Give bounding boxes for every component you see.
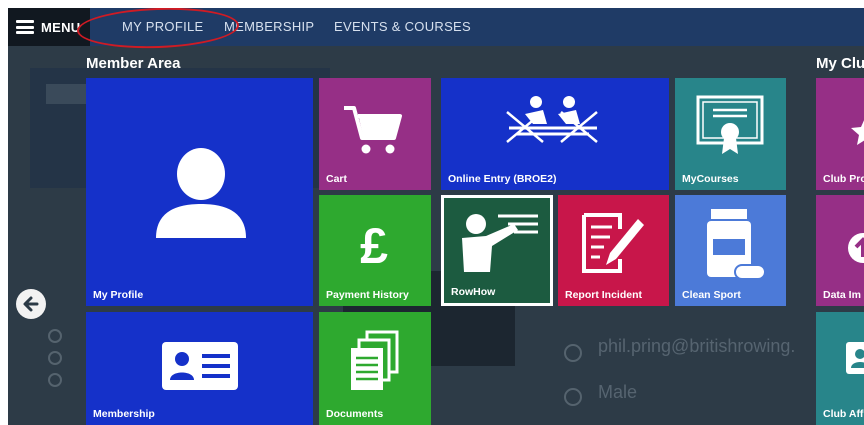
tile-payment-history[interactable]: £ Payment History bbox=[319, 195, 431, 306]
background-gender-icon bbox=[564, 388, 582, 406]
report-edit-icon bbox=[582, 213, 644, 273]
tile-club-profile[interactable]: Club Pro bbox=[816, 78, 864, 190]
rowing-icon bbox=[506, 96, 598, 143]
certificate-icon bbox=[696, 95, 764, 154]
tile-label: Cart bbox=[326, 173, 348, 185]
tile-report-incident[interactable]: Report Incident bbox=[558, 195, 669, 306]
back-arrow-button[interactable] bbox=[16, 289, 46, 319]
annotation-circle bbox=[76, 8, 240, 51]
tile-membership[interactable]: Membership bbox=[86, 312, 313, 425]
app-frame: phil.pring@britishrowing. Male MENU MY P… bbox=[8, 8, 864, 425]
tile-label: Payment History bbox=[326, 289, 409, 301]
background-gender: Male bbox=[598, 382, 638, 402]
id-card-icon bbox=[162, 342, 238, 390]
tile-label: Report Incident bbox=[565, 289, 643, 301]
top-navigation-bar: MENU MY PROFILE MEMBERSHIP EVENTS & COUR… bbox=[8, 8, 864, 51]
background-location-icon bbox=[48, 373, 62, 387]
documents-icon bbox=[351, 330, 399, 390]
tile-label: Membership bbox=[93, 408, 155, 420]
tile-label: Data Im bbox=[823, 289, 861, 301]
tile-label: RowHow bbox=[451, 286, 496, 298]
tile-label: Documents bbox=[326, 408, 384, 420]
tile-label: Online Entry (BROE2) bbox=[448, 173, 557, 185]
menu-label: MENU bbox=[41, 19, 81, 35]
tile-label: Club Aff bbox=[823, 408, 864, 420]
tile-label: Clean Sport bbox=[682, 289, 741, 301]
tile-club-affiliation[interactable]: Club Aff bbox=[816, 312, 864, 425]
nav-events-courses[interactable]: EVENTS & COURSES bbox=[334, 19, 471, 34]
my-club-title: My Clu bbox=[816, 55, 864, 72]
member-area-title: Member Area bbox=[86, 55, 181, 72]
tile-label: My Profile bbox=[93, 289, 144, 301]
background-phone-icon bbox=[48, 351, 62, 365]
id-card-icon bbox=[846, 342, 864, 374]
tile-label: Club Pro bbox=[823, 173, 864, 185]
tile-label: MyCourses bbox=[682, 173, 739, 185]
tile-rowhow[interactable]: RowHow bbox=[441, 195, 553, 306]
teacher-icon bbox=[462, 214, 538, 272]
tile-mycourses[interactable]: MyCourses bbox=[675, 78, 786, 190]
tile-my-profile[interactable]: My Profile bbox=[86, 78, 313, 306]
svg-text:£: £ bbox=[360, 219, 388, 271]
pound-icon: £ bbox=[360, 219, 388, 271]
background-globe-icon bbox=[48, 329, 62, 343]
tile-cart[interactable]: Cart bbox=[319, 78, 431, 190]
cart-icon bbox=[344, 106, 402, 154]
arrow-left-icon bbox=[23, 296, 39, 312]
star-icon bbox=[851, 120, 864, 145]
upload-icon bbox=[848, 233, 864, 263]
pill-bottle-icon bbox=[707, 209, 766, 280]
user-icon bbox=[156, 148, 246, 238]
tile-online-entry[interactable]: Online Entry (BROE2) bbox=[441, 78, 669, 190]
hamburger-icon bbox=[16, 20, 34, 34]
background-email: phil.pring@britishrowing. bbox=[598, 336, 796, 356]
tile-documents[interactable]: Documents bbox=[319, 312, 431, 425]
background-at-icon bbox=[564, 344, 582, 362]
tile-clean-sport[interactable]: Clean Sport bbox=[675, 195, 786, 306]
tile-data-import[interactable]: Data Im bbox=[816, 195, 864, 306]
